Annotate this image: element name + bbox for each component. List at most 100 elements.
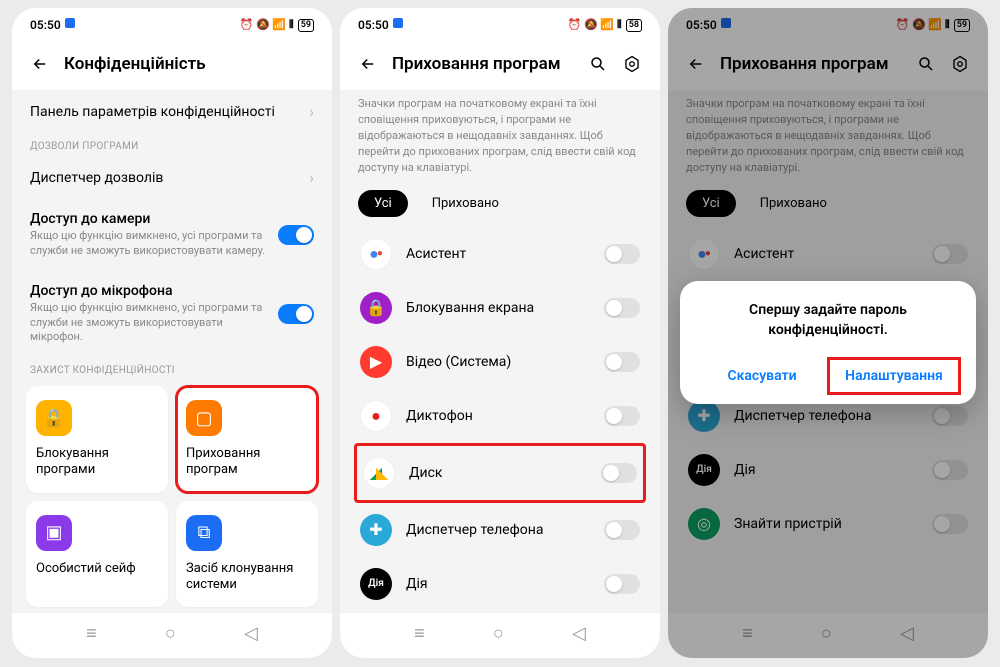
nav-back-icon[interactable]: ◁ xyxy=(900,623,914,644)
app-row-video: ▶ Відео (Система) xyxy=(354,335,646,389)
app-toggle[interactable] xyxy=(604,406,640,426)
card-app-lock[interactable]: 🔒 Блокування програми xyxy=(26,386,168,493)
protection-cards: 🔒 Блокування програми ▢ Приховання прогр… xyxy=(26,386,318,607)
page-title: Приховання програм xyxy=(392,54,574,74)
card-private-safe-label: Особистий сейф xyxy=(36,561,158,577)
nav-home-icon[interactable]: ○ xyxy=(493,623,504,644)
app-row-dispatcher: ✚ Диспетчер телефона xyxy=(354,503,646,557)
permission-manager-label: Диспетчер дозволів xyxy=(30,170,299,186)
mic-access-sub: Якщо цю функцію вимкнено, усі програми т… xyxy=(30,301,268,346)
nav-home-icon[interactable]: ○ xyxy=(821,623,832,644)
app-indicator-icon xyxy=(721,18,731,28)
app-name: Диктофон xyxy=(406,408,590,424)
phone-hide-apps: 05:50 ⏰ 🔕 📶 ⦀58 Приховання програм Значк… xyxy=(340,8,660,658)
app-name: Відео (Система) xyxy=(406,354,590,370)
dialog-cancel-button[interactable]: Скасувати xyxy=(696,358,828,394)
status-bar: 05:50 ⏰ 🔕 📶 ⦀59 xyxy=(12,8,332,38)
chip-hidden[interactable]: Приховано xyxy=(416,190,515,217)
nav-bar: ≡ ○ ◁ xyxy=(12,613,332,658)
header: Приховання програм xyxy=(340,38,660,90)
app-indicator-icon xyxy=(65,18,75,28)
diia-icon: Дія xyxy=(360,568,392,600)
dispatcher-icon: ✚ xyxy=(360,514,392,546)
assistant-icon: ●● xyxy=(360,238,392,270)
mic-toggle[interactable] xyxy=(278,304,314,324)
app-row-findmy: ◎ Знайти пристрій xyxy=(682,497,974,551)
card-hide-apps-label: Приховання програм xyxy=(186,446,308,479)
nav-home-icon[interactable]: ○ xyxy=(165,623,176,644)
app-row-assistant: ●●Асистент xyxy=(354,227,646,281)
app-row-diia: ДіяДія xyxy=(354,557,646,611)
nav-recent-icon[interactable]: ≡ xyxy=(742,623,753,644)
header: Приховання програм xyxy=(668,38,988,90)
phone-privacy: 05:50 ⏰ 🔕 📶 ⦀59 Конфіденційність Панель … xyxy=(12,8,332,658)
status-icons: ⏰ 🔕 📶 ⦀58 xyxy=(568,18,642,32)
safe-icon: ▣ xyxy=(36,515,72,551)
description: Значки програм на початковому екрані та … xyxy=(354,90,646,190)
app-toggle[interactable] xyxy=(604,574,640,594)
app-toggle[interactable] xyxy=(604,352,640,372)
app-toggle[interactable] xyxy=(932,460,968,480)
lock-icon: 🔒 xyxy=(36,400,72,436)
app-toggle[interactable] xyxy=(932,406,968,426)
nav-back-icon[interactable]: ◁ xyxy=(244,623,258,644)
app-toggle[interactable] xyxy=(604,298,640,318)
battery-level: 59 xyxy=(954,19,970,32)
hide-icon: ▢ xyxy=(186,400,222,436)
findmy-icon: ◎ xyxy=(688,508,720,540)
chip-hidden[interactable]: Приховано xyxy=(744,190,843,217)
chip-all[interactable]: Усі xyxy=(686,190,736,217)
search-icon[interactable] xyxy=(916,54,936,74)
dispatcher-icon: ✚ xyxy=(688,400,720,432)
back-icon[interactable] xyxy=(686,54,706,74)
lockscreen-icon: 🔒 xyxy=(360,292,392,324)
camera-toggle[interactable] xyxy=(278,225,314,245)
chip-all[interactable]: Усі xyxy=(358,190,408,217)
back-icon[interactable] xyxy=(358,54,378,74)
app-row-lockscreen: 🔒Блокування екрана xyxy=(354,281,646,335)
status-icons: ⏰ 🔕 📶 ⦀59 xyxy=(896,18,970,32)
page-title: Конфіденційність xyxy=(64,54,314,74)
app-indicator-icon xyxy=(393,18,403,28)
app-name: Диспетчер телефона xyxy=(406,522,590,538)
back-icon[interactable] xyxy=(30,54,50,74)
chevron-right-icon: › xyxy=(309,102,314,121)
drive-icon: ◢◣ xyxy=(363,457,395,489)
app-row-recorder: ●Диктофон xyxy=(354,389,646,443)
app-toggle[interactable] xyxy=(604,520,640,540)
card-hide-apps[interactable]: ▢ Приховання програм xyxy=(176,386,318,493)
card-system-clone[interactable]: ⧉ Засіб клонування системи xyxy=(176,501,318,608)
search-icon[interactable] xyxy=(588,54,608,74)
app-toggle[interactable] xyxy=(604,244,640,264)
app-name: Диспетчер телефона xyxy=(734,408,918,424)
settings-icon[interactable] xyxy=(950,54,970,74)
mic-access-title: Доступ до мікрофона xyxy=(30,283,268,299)
nav-recent-icon[interactable]: ≡ xyxy=(86,623,97,644)
status-icons: ⏰ 🔕 📶 ⦀59 xyxy=(240,18,314,32)
app-toggle[interactable] xyxy=(932,514,968,534)
app-toggle[interactable] xyxy=(601,463,637,483)
dialog-confirm-button[interactable]: Налаштування xyxy=(828,358,960,394)
app-row-assistant: ●●Асистент xyxy=(682,227,974,281)
permission-manager-row[interactable]: Диспетчер дозволів › xyxy=(26,156,318,199)
phone-hide-apps-dialog: 05:50 ⏰ 🔕 📶 ⦀59 Приховання програм Значк… xyxy=(668,8,988,658)
app-name: Знайти пристрій xyxy=(734,516,918,532)
nav-bar: ≡ ○ ◁ xyxy=(340,613,660,658)
app-row-diia: Дія Дія xyxy=(682,443,974,497)
app-list: ●●Асистент🔒Блокування екрана ▶ Відео (Сист… xyxy=(354,227,646,613)
diia-icon: Дія xyxy=(688,454,720,486)
filter-chips: Усі Приховано xyxy=(354,190,646,227)
nav-recent-icon[interactable]: ≡ xyxy=(414,623,425,644)
settings-icon[interactable] xyxy=(622,54,642,74)
card-system-clone-label: Засіб клонування системи xyxy=(186,561,308,594)
header: Конфіденційність xyxy=(12,38,332,90)
nav-back-icon[interactable]: ◁ xyxy=(572,623,586,644)
chevron-right-icon: › xyxy=(309,168,314,187)
card-private-safe[interactable]: ▣ Особистий сейф xyxy=(26,501,168,608)
privacy-panel-row[interactable]: Панель параметрів конфіденційності › xyxy=(26,90,318,133)
app-toggle[interactable] xyxy=(932,244,968,264)
app-name: Дія xyxy=(734,462,918,478)
card-app-lock-label: Блокування програми xyxy=(36,446,158,479)
video-icon: ▶ xyxy=(360,346,392,378)
section-permissions: ДОЗВОЛИ ПРОГРАМИ xyxy=(26,133,318,156)
